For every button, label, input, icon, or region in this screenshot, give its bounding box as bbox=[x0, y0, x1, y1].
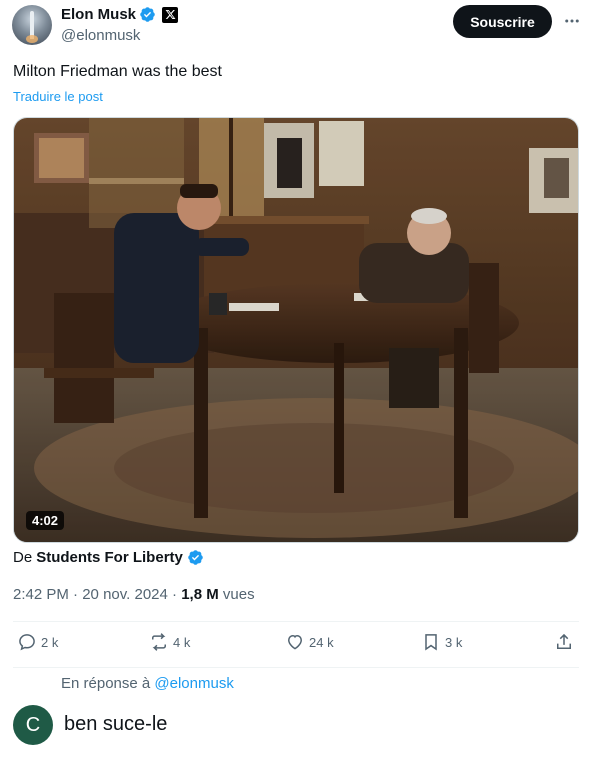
views-label: vues bbox=[222, 586, 255, 603]
bookmark-count: 3 k bbox=[445, 634, 463, 650]
divider bbox=[13, 621, 579, 622]
translate-post-link[interactable]: Traduire le post bbox=[13, 89, 103, 104]
like-button[interactable]: 24 k bbox=[285, 632, 334, 652]
meta-separator: · bbox=[73, 586, 79, 603]
divider bbox=[13, 667, 579, 668]
reply-count: 2 k bbox=[41, 634, 59, 650]
reply-prefix: En réponse à bbox=[61, 675, 151, 692]
reply-icon bbox=[19, 634, 35, 651]
reply-button[interactable]: 2 k bbox=[17, 632, 58, 652]
post-time[interactable]: 2:42 PM bbox=[13, 586, 69, 603]
more-options-icon[interactable] bbox=[560, 9, 584, 33]
x-logo-icon bbox=[162, 6, 179, 23]
views-count: 1,8 M bbox=[181, 586, 219, 603]
video-duration: 4:02 bbox=[26, 511, 65, 530]
heart-icon bbox=[287, 634, 303, 650]
replier-avatar-letter: C bbox=[25, 713, 41, 736]
verified-badge-icon bbox=[188, 550, 203, 565]
post-header: Elon Musk @elonmusk Souscrire bbox=[12, 5, 583, 47]
author-avatar[interactable] bbox=[12, 5, 52, 45]
repost-icon bbox=[152, 633, 166, 651]
author-handle[interactable]: @elonmusk bbox=[61, 27, 140, 44]
reply-context: En réponse à @elonmusk bbox=[61, 675, 234, 692]
reply-text[interactable]: ben suce-le bbox=[64, 713, 167, 736]
post-meta: 2:42 PM · 20 nov. 2024 · 1,8 M vues bbox=[13, 586, 255, 603]
video-player[interactable]: 4:02 bbox=[13, 117, 579, 543]
verified-badge-icon bbox=[140, 7, 155, 22]
repost-button[interactable]: 4 k bbox=[149, 632, 190, 652]
reply-mention-link[interactable]: @elonmusk bbox=[154, 675, 233, 692]
meta-separator: · bbox=[172, 586, 178, 603]
author-name-row: Elon Musk bbox=[61, 6, 179, 23]
share-button[interactable] bbox=[554, 632, 574, 652]
subscribe-button[interactable]: Souscrire bbox=[453, 5, 552, 38]
video-source: De Students For Liberty bbox=[13, 549, 204, 566]
post-date[interactable]: 20 nov. 2024 bbox=[82, 586, 168, 603]
author-name[interactable]: Elon Musk bbox=[61, 6, 136, 23]
like-count: 24 k bbox=[309, 634, 334, 650]
video-thumbnail bbox=[14, 118, 578, 542]
bookmark-button[interactable]: 3 k bbox=[421, 632, 462, 652]
bookmark-icon bbox=[425, 634, 437, 651]
post-text: Milton Friedman was the best bbox=[13, 63, 222, 80]
share-icon bbox=[557, 633, 571, 649]
action-bar: 2 k 4 k 24 k 3 k bbox=[13, 632, 579, 658]
source-prefix: De bbox=[13, 549, 33, 566]
repost-count: 4 k bbox=[173, 634, 191, 650]
replier-avatar[interactable]: C bbox=[13, 705, 53, 745]
source-org-link[interactable]: Students For Liberty bbox=[36, 549, 183, 566]
